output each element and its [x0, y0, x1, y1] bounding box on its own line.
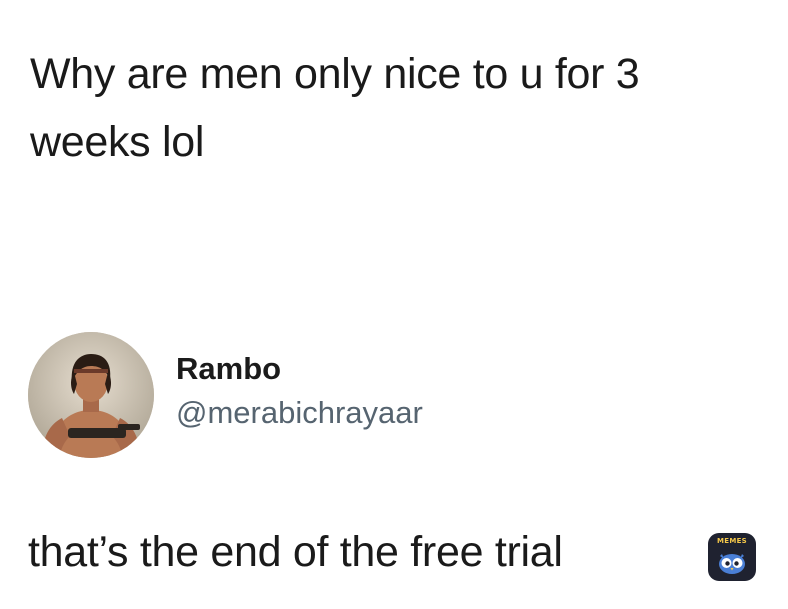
user-handle[interactable]: @merabichrayaar: [176, 391, 423, 435]
owl-icon: [719, 554, 745, 574]
profile-names: Rambo @merabichrayaar: [176, 349, 423, 435]
profile-card[interactable]: Rambo @merabichrayaar: [28, 332, 423, 458]
avatar[interactable]: [28, 332, 154, 458]
person-avatar-icon: [28, 332, 154, 458]
reply-text: that’s the end of the free trial: [28, 528, 563, 576]
post-text: Why are men only nice to u for 3 weeks l…: [30, 50, 640, 166]
display-name[interactable]: Rambo: [176, 349, 423, 389]
memes-app-badge: MEMES: [708, 533, 756, 581]
